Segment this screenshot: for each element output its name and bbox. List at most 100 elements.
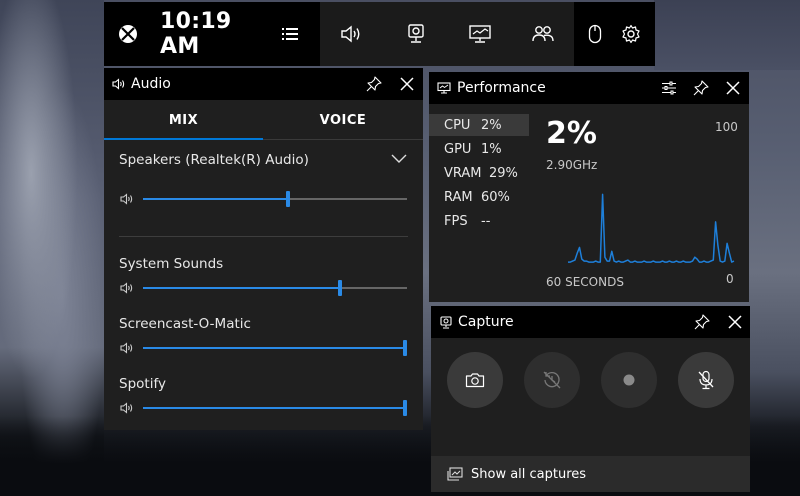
performance-title: Performance xyxy=(457,80,546,96)
metric-fps[interactable]: FPS -- xyxy=(429,210,529,232)
capture-widget: Capture Show all captures xyxy=(431,306,750,492)
metric-ram[interactable]: RAM 60% xyxy=(429,186,529,208)
metric-value: 60% xyxy=(481,189,510,205)
speaker-icon xyxy=(112,78,125,90)
close-button[interactable] xyxy=(725,80,741,96)
close-button[interactable] xyxy=(727,314,743,330)
slider-fill xyxy=(143,287,340,289)
device-volume-slider[interactable] xyxy=(143,191,407,207)
record-last-button[interactable] xyxy=(524,352,580,408)
screencast-volume-slider[interactable] xyxy=(143,340,407,356)
pin-button[interactable] xyxy=(694,314,710,330)
metric-value: 1% xyxy=(481,141,502,157)
gear-icon xyxy=(622,24,640,44)
metric-name: RAM xyxy=(444,189,473,205)
metric-cpu[interactable]: CPU 2% xyxy=(429,114,529,136)
slider-thumb[interactable] xyxy=(403,340,407,356)
audio-tabs: MIX VOICE xyxy=(104,100,423,140)
xbox-button[interactable] xyxy=(112,2,144,66)
slider-fill xyxy=(143,198,288,200)
slider-thumb[interactable] xyxy=(338,280,342,296)
chart-time-label: 60 SECONDS xyxy=(546,275,624,289)
metric-vram[interactable]: VRAM 29% xyxy=(429,162,529,184)
app-name-screencast-o-matic: Screencast-O-Matic xyxy=(119,316,251,332)
audio-title: Audio xyxy=(131,76,171,92)
app-volume-icon[interactable] xyxy=(120,402,134,414)
record-icon xyxy=(623,374,635,386)
webcam-icon xyxy=(408,24,424,43)
audio-widget-button[interactable] xyxy=(320,2,384,66)
current-usage: 2% xyxy=(546,116,597,151)
tab-mix[interactable]: MIX xyxy=(104,100,263,140)
speaker-icon xyxy=(120,342,133,354)
speaker-icon xyxy=(341,25,360,43)
speaker-icon xyxy=(120,402,133,414)
widget-menu-button[interactable] xyxy=(276,2,304,66)
slider-thumb[interactable] xyxy=(403,400,407,416)
slider-thumb[interactable] xyxy=(286,191,290,207)
game-bar-topbar: 10:19 AM xyxy=(104,2,655,66)
spotify-volume-slider[interactable] xyxy=(143,400,407,416)
social-widget-button[interactable] xyxy=(512,2,574,66)
mouse-icon xyxy=(588,24,602,44)
metric-name: GPU xyxy=(444,141,472,157)
gallery-icon xyxy=(447,467,463,481)
metric-value: -- xyxy=(481,213,491,229)
performance-options-button[interactable] xyxy=(661,80,677,96)
mic-off-icon xyxy=(698,370,714,390)
speaker-icon xyxy=(120,282,133,294)
desktop-wallpaper-right xyxy=(654,0,800,70)
capture-header: Capture xyxy=(431,306,750,338)
metric-value: 29% xyxy=(489,165,518,181)
metric-gpu[interactable]: GPU 1% xyxy=(429,138,529,160)
tab-voice[interactable]: VOICE xyxy=(263,100,423,140)
close-button[interactable] xyxy=(399,76,415,92)
show-all-captures-label: Show all captures xyxy=(471,466,587,482)
xbox-icon xyxy=(119,25,137,43)
show-all-captures-link[interactable]: Show all captures xyxy=(431,456,750,492)
pin-icon xyxy=(693,80,709,96)
cpu-usage-chart xyxy=(568,193,735,263)
monitor-icon xyxy=(469,25,491,43)
system-sounds-volume-slider[interactable] xyxy=(143,280,407,296)
performance-widget: Performance CPU 2% GPU 1% VRAM 29% RAM 6… xyxy=(429,72,749,302)
metric-value: 2% xyxy=(481,117,502,133)
app-volume-icon[interactable] xyxy=(120,282,134,294)
close-icon xyxy=(726,81,740,95)
close-icon xyxy=(728,315,742,329)
sliders-icon xyxy=(662,81,676,95)
mouse-button[interactable] xyxy=(580,2,610,66)
app-volume-icon[interactable] xyxy=(120,342,134,354)
cpu-usage-line xyxy=(568,193,735,263)
metric-name: VRAM xyxy=(444,165,482,181)
speaker-icon xyxy=(120,193,133,205)
capture-widget-button[interactable] xyxy=(384,2,448,66)
performance-widget-button[interactable] xyxy=(448,2,512,66)
pin-icon xyxy=(694,314,710,330)
app-name-spotify: Spotify xyxy=(119,376,166,392)
app-name-system-sounds: System Sounds xyxy=(119,256,224,272)
settings-button[interactable] xyxy=(616,2,646,66)
pin-icon xyxy=(366,76,382,92)
section-divider xyxy=(119,236,408,237)
pin-button[interactable] xyxy=(693,80,709,96)
device-volume-icon[interactable] xyxy=(120,193,134,205)
clock-time: 10:19 AM xyxy=(160,9,232,59)
metric-name: FPS xyxy=(444,213,468,229)
device-dropdown[interactable] xyxy=(391,154,407,164)
close-icon xyxy=(400,77,414,91)
pin-button[interactable] xyxy=(366,76,382,92)
monitor-icon xyxy=(437,82,451,94)
microphone-toggle-button[interactable] xyxy=(678,352,734,408)
audio-widget: Audio MIX VOICE Speakers (Realtek(R) Aud… xyxy=(104,68,423,430)
slider-fill xyxy=(143,347,405,349)
chevron-down-icon xyxy=(391,154,407,163)
device-name: Speakers (Realtek(R) Audio) xyxy=(119,152,309,168)
chart-min-label: 0 xyxy=(726,272,734,286)
active-tab-indicator xyxy=(104,138,263,140)
capture-title: Capture xyxy=(458,314,514,330)
screenshot-button[interactable] xyxy=(447,352,503,408)
start-recording-button[interactable] xyxy=(601,352,657,408)
webcam-icon xyxy=(440,315,452,329)
camera-icon xyxy=(465,373,485,388)
